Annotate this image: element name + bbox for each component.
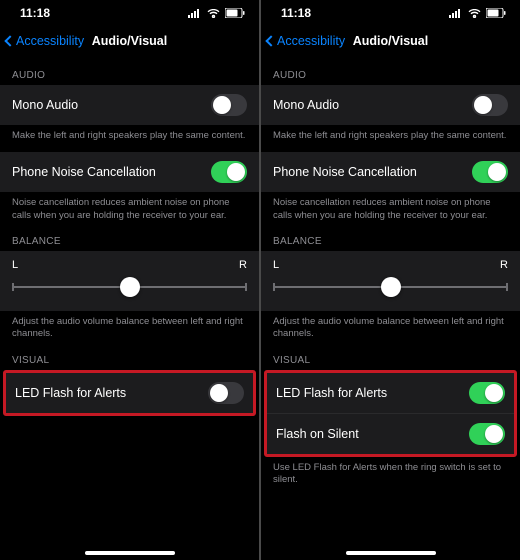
back-label: Accessibility xyxy=(16,34,84,48)
footer-balance: Adjust the audio volume balance between … xyxy=(0,311,259,341)
balance-slider-thumb[interactable] xyxy=(381,277,401,297)
balance-left-label: L xyxy=(12,259,18,271)
footer-flash-silent: Use LED Flash for Alerts when the ring s… xyxy=(261,457,520,487)
battery-icon xyxy=(225,8,245,18)
wifi-icon xyxy=(468,9,481,18)
nav-bar: Accessibility Audio/Visual xyxy=(0,26,259,56)
row-noise-cancel[interactable]: Phone Noise Cancellation xyxy=(0,152,259,192)
section-header-audio: AUDIO xyxy=(0,56,259,85)
signal-icon xyxy=(188,9,202,18)
balance-slider-thumb[interactable] xyxy=(120,277,140,297)
row-led-flash[interactable]: LED Flash for Alerts xyxy=(6,373,253,413)
section-header-visual: VISUAL xyxy=(261,341,520,370)
noise-cancel-label: Phone Noise Cancellation xyxy=(12,165,156,179)
mono-audio-label: Mono Audio xyxy=(273,98,339,112)
chevron-left-icon xyxy=(265,35,276,46)
status-bar: 11:18 xyxy=(0,0,259,26)
row-mono-audio[interactable]: Mono Audio xyxy=(0,85,259,125)
nav-bar: Accessibility Audio/Visual xyxy=(261,26,520,56)
highlight-visual-rows: LED Flash for Alerts Flash on Silent xyxy=(264,370,517,457)
toggle-flash-silent[interactable] xyxy=(469,423,505,445)
status-time: 11:18 xyxy=(20,6,50,20)
mono-audio-label: Mono Audio xyxy=(12,98,78,112)
led-flash-label: LED Flash for Alerts xyxy=(15,386,126,400)
footer-mono-audio: Make the left and right speakers play th… xyxy=(261,125,520,142)
section-header-balance: BALANCE xyxy=(0,222,259,251)
back-label: Accessibility xyxy=(277,34,345,48)
battery-icon xyxy=(486,8,506,18)
balance-right-label: R xyxy=(500,259,508,271)
home-indicator[interactable] xyxy=(346,551,436,555)
noise-cancel-label: Phone Noise Cancellation xyxy=(273,165,417,179)
home-indicator[interactable] xyxy=(85,551,175,555)
row-noise-cancel[interactable]: Phone Noise Cancellation xyxy=(261,152,520,192)
footer-noise-cancel: Noise cancellation reduces ambient noise… xyxy=(0,192,259,222)
toggle-led-flash[interactable] xyxy=(208,382,244,404)
row-mono-audio[interactable]: Mono Audio xyxy=(261,85,520,125)
back-button[interactable]: Accessibility xyxy=(267,34,345,48)
footer-mono-audio: Make the left and right speakers play th… xyxy=(0,125,259,142)
footer-balance: Adjust the audio volume balance between … xyxy=(261,311,520,341)
section-header-balance: BALANCE xyxy=(261,222,520,251)
section-header-audio: AUDIO xyxy=(261,56,520,85)
phone-left: 11:18 Accessibility Audio/Visual AUDIO M… xyxy=(0,0,259,560)
balance-right-label: R xyxy=(239,259,247,271)
back-button[interactable]: Accessibility xyxy=(6,34,84,48)
phone-right: 11:18 Accessibility Audio/Visual AUDIO M… xyxy=(261,0,520,560)
toggle-led-flash[interactable] xyxy=(469,382,505,404)
balance-left-label: L xyxy=(273,259,279,271)
page-title: Audio/Visual xyxy=(92,34,167,48)
flash-silent-label: Flash on Silent xyxy=(276,427,359,441)
row-flash-silent[interactable]: Flash on Silent xyxy=(267,413,514,454)
led-flash-label: LED Flash for Alerts xyxy=(276,386,387,400)
signal-icon xyxy=(449,9,463,18)
toggle-mono-audio[interactable] xyxy=(211,94,247,116)
section-header-visual: VISUAL xyxy=(0,341,259,370)
footer-noise-cancel: Noise cancellation reduces ambient noise… xyxy=(261,192,520,222)
chevron-left-icon xyxy=(4,35,15,46)
row-led-flash[interactable]: LED Flash for Alerts xyxy=(267,373,514,413)
toggle-mono-audio[interactable] xyxy=(472,94,508,116)
highlight-led-flash: LED Flash for Alerts xyxy=(3,370,256,416)
wifi-icon xyxy=(207,9,220,18)
balance-slider[interactable]: L R xyxy=(0,251,259,311)
balance-slider[interactable]: L R xyxy=(261,251,520,311)
page-title: Audio/Visual xyxy=(353,34,428,48)
toggle-noise-cancel[interactable] xyxy=(472,161,508,183)
status-bar: 11:18 xyxy=(261,0,520,26)
status-time: 11:18 xyxy=(281,6,311,20)
toggle-noise-cancel[interactable] xyxy=(211,161,247,183)
